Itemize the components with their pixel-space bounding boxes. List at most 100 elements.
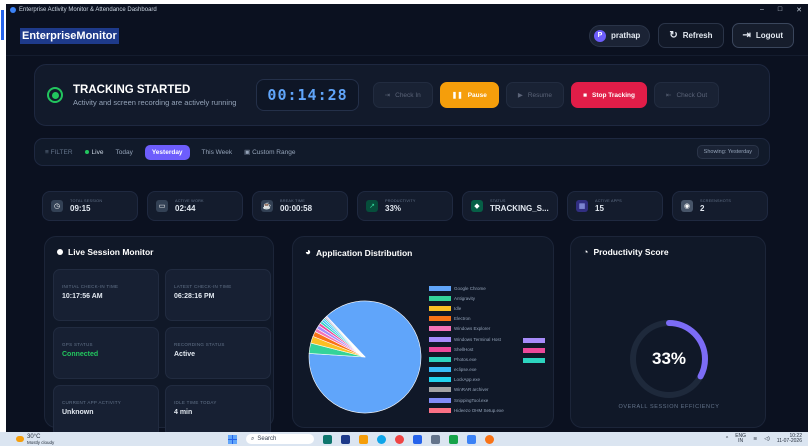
resume-button[interactable]: ▶ Resume [505, 82, 565, 108]
cell-label: RECORDING STATUS [174, 342, 225, 347]
legend-item[interactable]: Antigravity [429, 293, 504, 303]
cell-label: LATEST CHECK-IN TIME [174, 284, 232, 289]
legend-label: Windows Explorer [454, 326, 491, 332]
legend-label: Windows Terminal Host [454, 336, 501, 342]
weather-icon [16, 436, 24, 442]
app-icon-teams[interactable] [323, 434, 332, 444]
cell-value: Unknown [62, 409, 94, 416]
pause-button[interactable]: ❚❚ Pause [439, 82, 499, 108]
clock-icon: ◷ [51, 200, 63, 212]
legend-swatch [429, 356, 451, 362]
maximize-button[interactable]: □ [778, 6, 782, 14]
filter-live[interactable]: Live [84, 149, 103, 156]
shield-icon: ◆ [471, 200, 483, 212]
tracking-title: TRACKING STARTED [73, 83, 191, 96]
folder-icon[interactable] [359, 434, 368, 444]
app-icon-green[interactable] [449, 434, 458, 444]
search-icon: ⌕ [251, 435, 255, 442]
app-icon-blue[interactable] [467, 434, 476, 444]
logout-label: Logout [755, 31, 783, 40]
legend-item[interactable]: WinRAR archiver [429, 385, 504, 395]
minimize-button[interactable]: – [760, 6, 764, 14]
legend-swatch [429, 285, 451, 291]
check-in-button[interactable]: ⇥ Check In [372, 82, 433, 108]
close-button[interactable]: ✕ [796, 6, 802, 14]
stop-tracking-button[interactable]: ■ Stop Tracking [571, 82, 647, 108]
chevron-up-icon[interactable]: ^ [726, 436, 728, 442]
settings-icon[interactable] [431, 434, 440, 444]
filter-label: ≡ FILTER [45, 148, 73, 156]
cell-value: 10:17:56 AM [62, 293, 103, 300]
date: 11-07-2026 [776, 438, 802, 444]
taskbar-search[interactable]: ⌕ Search [246, 434, 314, 444]
legend-item[interactable]: Hideezo OHM Setup.exe [429, 405, 504, 415]
legend-item[interactable]: Electron [429, 314, 504, 324]
logout-button[interactable]: ⇥ Logout [731, 23, 794, 48]
window-title: Enterprise Activity Monitor & Attendance… [19, 7, 157, 13]
refresh-button[interactable]: ↻ Refresh [658, 23, 724, 48]
stat-value: 09:15 [70, 204, 91, 213]
app-icon-taskview[interactable] [341, 434, 350, 444]
check-out-label: Check Out [676, 91, 708, 99]
avatar: P [593, 29, 606, 42]
stat-value: 33% [385, 204, 402, 213]
filter-this-week[interactable]: This Week [202, 149, 233, 156]
legend-item[interactable]: Windows Terminal Host [429, 334, 504, 344]
stat-value: 00:00:58 [280, 204, 313, 213]
stat-status: ◆ STATUS TRACKING_S... [462, 191, 558, 221]
legend-item[interactable]: Photos.exe [429, 354, 504, 364]
edge-icon[interactable] [377, 434, 386, 444]
filter-today[interactable]: Today [115, 149, 132, 156]
chrome-icon[interactable] [395, 434, 404, 444]
check-out-icon: ⇤ [665, 92, 672, 99]
language-indicator[interactable]: ENG IN [735, 434, 746, 444]
title-bar: Enterprise Activity Monitor & Attendance… [6, 4, 808, 16]
legend-item[interactable]: ShellHost [429, 344, 504, 354]
refresh-label: Refresh [682, 31, 713, 40]
legend-item[interactable]: Google Chrome [429, 283, 504, 293]
play-icon: ▶ [517, 92, 523, 99]
stat-value: 02:44 [175, 204, 196, 213]
chart-legend-extra [523, 338, 545, 369]
initial-check-in-cell: INITIAL CHECK-IN TIME 10:17:56 AM [53, 269, 159, 321]
brand-logo[interactable]: EnterpriseMonitor [20, 27, 119, 44]
wifi-icon[interactable]: ≋ [753, 436, 757, 442]
legend-label: Hideezo OHM Setup.exe [454, 407, 504, 413]
stat-active-apps: ▦ ACTIVE APPS 15 [567, 191, 663, 221]
legend-label: ShellHost [454, 346, 474, 352]
app-dist-title: Application Distribution [316, 247, 413, 258]
vscode-icon[interactable] [413, 434, 422, 444]
pause-label: Pause [467, 91, 487, 99]
clock[interactable]: 10:22 11-07-2026 [776, 433, 802, 445]
user-menu[interactable]: P prathap [588, 24, 651, 47]
logout-icon: ⇥ [742, 30, 751, 41]
idle-time-cell: IDLE TIME TODAY 4 min [165, 385, 271, 437]
filter-bar: ≡ FILTER Live Today Yesterday This Week … [34, 138, 770, 166]
app-icon-orange[interactable] [485, 434, 494, 444]
coffee-icon: ☕ [261, 200, 273, 212]
stat-productivity: ↗ PRODUCTIVITY 33% [357, 191, 453, 221]
windows-start-icon[interactable] [228, 434, 237, 444]
grid-icon: ▦ [576, 200, 588, 212]
check-out-button[interactable]: ⇤ Check Out [653, 82, 720, 108]
volume-icon[interactable]: ◁) [764, 436, 770, 442]
weather-widget[interactable]: 30°C Mostly cloudy [0, 434, 54, 445]
current-app-cell: CURRENT APP ACTIVITY Unknown [53, 385, 159, 437]
cell-label: CURRENT APP ACTIVITY [62, 400, 122, 405]
latest-check-in-cell: LATEST CHECK-IN TIME 06:28:16 PM [165, 269, 271, 321]
tracking-subtitle: Activity and screen recording are active… [73, 97, 237, 107]
filter-custom-range[interactable]: ▣ Custom Range [244, 148, 295, 156]
stat-label: ACTIVE APPS [595, 199, 622, 203]
stat-value: 15 [595, 204, 604, 213]
legend-label: Electron [454, 316, 471, 322]
legend-item[interactable]: SnippingTool.exe [429, 395, 504, 405]
legend-item[interactable]: Windows Explorer [429, 324, 504, 334]
legend-item[interactable]: LockApp.exe [429, 375, 504, 385]
pie-chart-icon: ◕ [305, 247, 312, 258]
camera-icon: ◉ [681, 200, 693, 212]
stats-row: ◷ TOTAL SESSION 09:15 ▭ ACTIVE WORK 02:44 … [42, 191, 768, 221]
legend-item[interactable]: Idle [429, 303, 504, 313]
user-name: prathap [610, 31, 641, 40]
filter-yesterday[interactable]: Yesterday [144, 144, 190, 160]
legend-item[interactable]: eclipse.exe [429, 365, 504, 375]
